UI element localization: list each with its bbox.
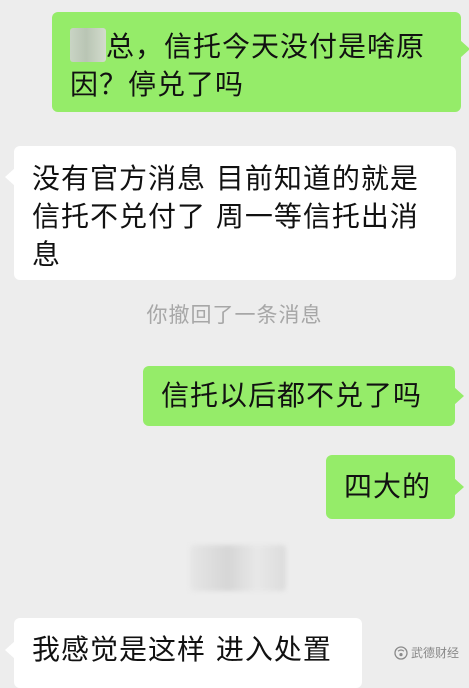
bubble-tail xyxy=(454,478,464,496)
bubble-tail xyxy=(454,387,464,405)
message-text: 我感觉是这样 进入处置 xyxy=(32,633,332,666)
message-bubble-sent-3[interactable]: 四大的 xyxy=(326,455,464,519)
message-line: 信托不兑付了 周一等信托出消 xyxy=(32,200,419,233)
redacted-name-blur xyxy=(70,28,106,62)
bubble-tail xyxy=(5,168,15,186)
message-text: 四大的 xyxy=(344,470,432,503)
message-bubble-sent-1[interactable]: 总，信托今天没付是啥原 因？停兑了吗 xyxy=(52,12,469,112)
message-bubble-sent-2[interactable]: 信托以后都不兑了吗 xyxy=(143,366,464,426)
system-notice-recalled: 你撤回了一条消息 xyxy=(146,303,323,327)
watermark-text: 武德财经 xyxy=(410,646,459,660)
message-line: 总，信托今天没付是啥原 xyxy=(70,28,445,66)
bubble-tail xyxy=(460,40,469,58)
watermark: 武德财经 xyxy=(394,645,459,661)
message-line: 息 xyxy=(32,238,62,271)
message-bubble-received-1[interactable]: 没有官方消息 目前知道的就是 信托不兑付了 周一等信托出消 息 xyxy=(5,146,456,280)
bubble-tail xyxy=(5,641,15,659)
message-line: 没有官方消息 目前知道的就是 xyxy=(32,162,419,195)
wechat-official-account-icon xyxy=(394,646,408,660)
message-line: 因？停兑了吗 xyxy=(70,68,245,101)
message-bubble-received-2[interactable]: 我感觉是这样 进入处置 xyxy=(5,618,362,688)
message-text: 信托以后都不兑了吗 xyxy=(161,379,423,412)
redacted-timestamp-blur xyxy=(190,545,286,591)
message-text: 总，信托今天没付是啥原 xyxy=(106,30,426,63)
